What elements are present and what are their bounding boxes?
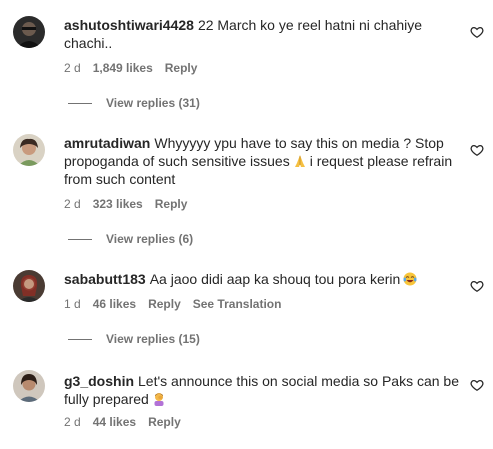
like-heart-icon[interactable] <box>470 143 484 157</box>
comment-time: 2 d <box>64 415 81 429</box>
comment-text: ashutoshtiwari4428 22 March ko ye reel ha… <box>64 16 459 52</box>
comment-username[interactable]: g3_doshin <box>64 373 134 389</box>
view-replies-button[interactable]: View replies (15) <box>68 331 200 347</box>
avatar[interactable] <box>13 370 45 402</box>
comment-text: amrutadiwan Whyyyyy ypu have to say this … <box>64 134 459 188</box>
comment-username[interactable]: amrutadiwan <box>64 135 150 151</box>
like-heart-icon[interactable] <box>470 279 484 293</box>
tears-of-joy-emoji-icon <box>403 272 417 286</box>
like-heart-icon[interactable] <box>470 378 484 392</box>
view-replies-label: View replies (6) <box>106 232 194 246</box>
comment-username[interactable]: sababutt183 <box>64 271 146 287</box>
view-replies-label: View replies (15) <box>106 332 200 346</box>
reply-button[interactable]: Reply <box>148 415 181 429</box>
comment-time: 1 d <box>64 297 81 311</box>
comment-meta: 1 d 46 likes Reply See Translation <box>64 296 293 312</box>
facepalm-emoji-icon <box>152 392 166 406</box>
replies-divider-line <box>68 339 92 341</box>
comment-meta: 2 d 44 likes Reply <box>64 414 193 430</box>
reply-button[interactable]: Reply <box>148 297 181 311</box>
comment-text: sababutt183 Aa jaoo didi aap ka shouq tou… <box>64 270 459 288</box>
comment-body: Aa jaoo didi aap ka shouq tou pora kerin <box>149 271 401 287</box>
replies-divider-line <box>68 239 92 241</box>
reply-button[interactable]: Reply <box>155 197 188 211</box>
comment-meta: 2 d 323 likes Reply <box>64 196 199 212</box>
like-heart-icon[interactable] <box>470 25 484 39</box>
avatar[interactable] <box>13 270 45 302</box>
view-replies-button[interactable]: View replies (31) <box>68 95 200 111</box>
comment-meta: 2 d 1,849 likes Reply <box>64 60 209 76</box>
replies-divider-line <box>68 103 92 105</box>
reply-button[interactable]: Reply <box>165 61 198 75</box>
likes-count[interactable]: 323 likes <box>93 197 143 211</box>
likes-count[interactable]: 44 likes <box>93 415 136 429</box>
comment-text: g3_doshin Let's announce this on social m… <box>64 372 459 408</box>
comment-time: 2 d <box>64 61 81 75</box>
likes-count[interactable]: 1,849 likes <box>93 61 153 75</box>
view-replies-label: View replies (31) <box>106 96 200 110</box>
avatar[interactable] <box>13 16 45 48</box>
see-translation-button[interactable]: See Translation <box>193 297 282 311</box>
folded-hands-emoji-icon <box>293 154 307 168</box>
avatar[interactable] <box>13 134 45 166</box>
comment-username[interactable]: ashutoshtiwari4428 <box>64 17 194 33</box>
comment-time: 2 d <box>64 197 81 211</box>
likes-count[interactable]: 46 likes <box>93 297 136 311</box>
view-replies-button[interactable]: View replies (6) <box>68 231 193 247</box>
